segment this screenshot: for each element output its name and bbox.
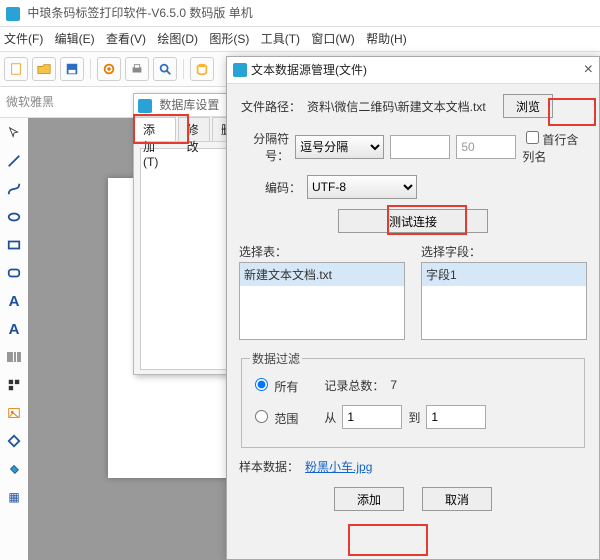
sample-link[interactable]: 粉黑小车.jpg (305, 458, 372, 475)
table-tool[interactable]: ▦ (3, 486, 25, 508)
app-icon (6, 7, 20, 21)
select-table-label: 选择表： (239, 243, 405, 260)
text-datasource-dialog[interactable]: 文本数据源管理(文件) × 文件路径： 资料\微信二维码\新建文本文档.txt … (226, 56, 600, 560)
menu-tool[interactable]: 工具(T) (261, 32, 300, 46)
db-tab-edit[interactable]: 修改 (178, 117, 210, 141)
qr-tool[interactable] (3, 374, 25, 396)
curve-tool[interactable] (3, 178, 25, 200)
radio-range[interactable] (255, 410, 268, 423)
filter-all-radio[interactable]: 所有 (250, 375, 298, 395)
count-label: 记录总数： (324, 377, 384, 394)
filter-fieldset: 数据过滤 所有 记录总数： 7 范围 从 到 (241, 350, 585, 448)
enc-select[interactable]: UTF-8 (307, 175, 417, 199)
font-name[interactable]: 微软雅黑 (6, 95, 54, 109)
path-label: 文件路径： (239, 98, 301, 115)
to-label: 到 (408, 409, 420, 426)
delim-label: 分隔符号： (239, 130, 289, 164)
close-icon[interactable]: × (584, 57, 593, 83)
text-a-tool[interactable]: A (3, 290, 25, 312)
open-button[interactable] (32, 57, 56, 81)
table-list[interactable]: 新建文本文档.txt (239, 262, 405, 340)
browse-button[interactable]: 浏览 (503, 94, 553, 118)
image-tool[interactable] (3, 402, 25, 424)
db-tab-add[interactable]: 添加(T) (134, 117, 176, 141)
from-label: 从 (324, 409, 336, 426)
rect-tool[interactable] (3, 234, 25, 256)
window-title: 中琅条码标签打印软件-V6.5.0 数码版 单机 (27, 6, 252, 20)
menu-help[interactable]: 帮助(H) (366, 32, 407, 46)
filter-range-label: 范围 (274, 412, 298, 426)
filter-range-radio[interactable]: 范围 (250, 407, 298, 427)
polygon-tool[interactable] (3, 430, 25, 452)
database-button[interactable] (190, 57, 214, 81)
filter-legend: 数据过滤 (250, 350, 302, 367)
text-a2-tool[interactable]: A (3, 318, 25, 340)
menu-draw[interactable]: 绘图(D) (157, 32, 198, 46)
new-doc-button[interactable] (4, 57, 28, 81)
to-input[interactable] (426, 405, 486, 429)
table-item[interactable]: 新建文本文档.txt (240, 263, 404, 286)
menu-view[interactable]: 查看(V) (106, 32, 146, 46)
menu-file[interactable]: 文件(F) (4, 32, 43, 46)
dlg-title: 文本数据源管理(文件) (251, 57, 367, 83)
select-tool[interactable] (3, 122, 25, 144)
rounded-rect-tool[interactable] (3, 262, 25, 284)
menu-edit[interactable]: 编辑(E) (55, 32, 95, 46)
cancel-button[interactable]: 取消 (422, 487, 492, 511)
barcode-tool[interactable] (3, 346, 25, 368)
line-tool[interactable] (3, 150, 25, 172)
menubar[interactable]: 文件(F) 编辑(E) 查看(V) 绘图(D) 图形(S) 工具(T) 窗口(W… (0, 27, 600, 52)
menu-shape[interactable]: 图形(S) (209, 32, 249, 46)
field-item[interactable]: 字段1 (422, 263, 586, 286)
delim-custom-input[interactable] (390, 135, 450, 159)
left-toolbar: A A ▦ (0, 118, 29, 560)
add-button[interactable]: 添加 (334, 487, 404, 511)
fill-tool[interactable] (3, 458, 25, 480)
test-connection-button[interactable]: 测试连接 (338, 209, 488, 233)
from-input[interactable] (342, 405, 402, 429)
print-button[interactable] (125, 57, 149, 81)
sample-label: 样本数据： (239, 458, 299, 475)
delim-count-input[interactable] (456, 135, 516, 159)
titlebar: 中琅条码标签打印软件-V6.5.0 数码版 单机 (0, 0, 600, 27)
enc-label: 编码： (239, 179, 301, 196)
filter-all-label: 所有 (274, 380, 298, 394)
dlg-icon (233, 63, 247, 77)
count-value: 7 (390, 378, 397, 392)
path-value: 资料\微信二维码\新建文本文档.txt (307, 98, 497, 115)
select-field-label: 选择字段： (421, 243, 587, 260)
db-list[interactable] (140, 148, 238, 370)
settings-button[interactable] (97, 57, 121, 81)
db-dialog-title-text: 数据库设置 (159, 98, 219, 112)
menu-window[interactable]: 窗口(W) (311, 32, 354, 46)
dlg-titlebar[interactable]: 文本数据源管理(文件) × (227, 57, 599, 84)
first-row-checkbox[interactable]: 首行含列名 (522, 128, 587, 165)
ellipse-tool[interactable] (3, 206, 25, 228)
radio-all[interactable] (255, 378, 268, 391)
preview-button[interactable] (153, 57, 177, 81)
delim-select[interactable]: 逗号分隔 (295, 135, 384, 159)
save-button[interactable] (60, 57, 84, 81)
first-row-chk[interactable] (526, 131, 539, 144)
db-dialog-icon (138, 99, 152, 113)
field-list[interactable]: 字段1 (421, 262, 587, 340)
